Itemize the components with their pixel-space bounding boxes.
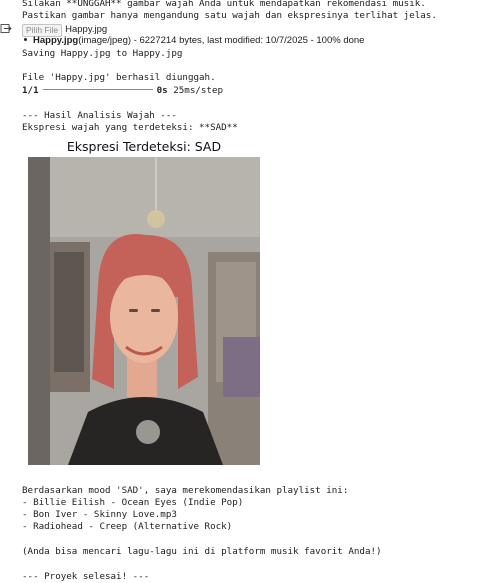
detected-face-photo xyxy=(28,157,260,465)
figure-title: Ekspresi Terdeteksi: SAD xyxy=(66,139,222,154)
expression-line: Ekspresi wajah yang terdeteksi: **SAD** xyxy=(22,122,238,133)
progress-count: 1/1 xyxy=(22,85,39,96)
progress-step: 25ms/step xyxy=(173,85,224,96)
song-item-3: - Radiohead - Creep (Alternative Rock) xyxy=(22,521,233,532)
note-line: (Anda bisa mencari lagu-lagu ini di plat… xyxy=(22,546,382,557)
upload-status: Happy.jpg(image/jpeg) - 6227214 bytes, l… xyxy=(22,35,364,47)
bullet-icon xyxy=(24,37,27,41)
analysis-header: --- Hasil Analisis Wajah --- xyxy=(22,110,177,121)
song-item-2: - Bon Iver - Skinny Love.mp3 xyxy=(22,509,177,520)
progress-line: 1/1 0s 25ms/step xyxy=(22,85,223,97)
uploaded-message: File 'Happy.jpg' berhasil diunggah. xyxy=(22,72,216,83)
output-toggle-icon[interactable] xyxy=(0,23,12,34)
footer-line: --- Proyek selesai! --- xyxy=(22,571,150,582)
upload-file-name: Happy.jpg xyxy=(33,35,79,46)
recommendation-intro: Berdasarkan mood 'SAD', saya merekomenda… xyxy=(22,485,349,496)
intro-line-1: Silakan **UNGGAH** gambar wajah Anda unt… xyxy=(22,0,426,9)
upload-meta: (image/jpeg) - 6227214 bytes, last modif… xyxy=(78,35,365,46)
progress-bar xyxy=(42,89,153,90)
intro-line-2: Pastikan gambar hanya mengandung satu wa… xyxy=(22,10,437,21)
saving-line: Saving Happy.jpg to Happy.jpg xyxy=(22,48,183,59)
chosen-file-name: Happy.jpg xyxy=(65,24,108,35)
progress-time: 0s xyxy=(156,85,168,96)
song-item-1: - Billie Eilish - Ocean Eyes (Indie Pop) xyxy=(22,497,244,508)
